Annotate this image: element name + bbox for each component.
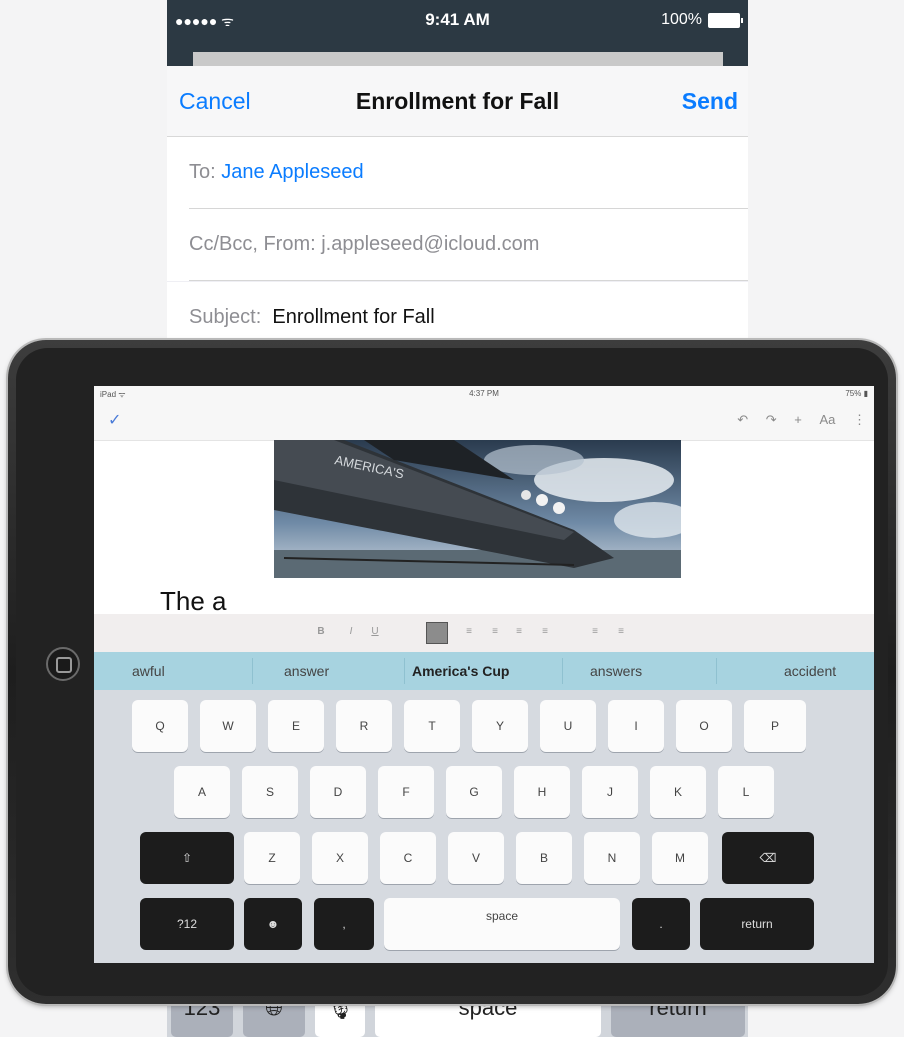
done-check-icon[interactable]: ✓	[108, 410, 121, 430]
key-x[interactable]: X	[312, 832, 368, 884]
key-l[interactable]: L	[718, 766, 774, 818]
text-format-icon[interactable]: Aa	[819, 412, 835, 427]
redo-icon[interactable]: ↷	[766, 412, 777, 427]
key-s[interactable]: S	[242, 766, 298, 818]
suggestion-awful[interactable]: awful	[132, 663, 165, 679]
subject-value[interactable]: Enrollment for Fall	[272, 306, 434, 328]
cc-bcc-from-label: Cc/Bcc, From:	[189, 233, 316, 255]
battery-icon	[708, 13, 743, 28]
key-d[interactable]: D	[310, 766, 366, 818]
ipad-status-time: 4:37 PM	[469, 389, 499, 398]
space-bar[interactable]: space	[384, 898, 620, 950]
bold-button[interactable]: B	[316, 627, 326, 637]
battery-percent: 100%	[661, 11, 702, 28]
comma-key[interactable]: ,	[314, 898, 374, 950]
insert-plus-icon[interactable]: +	[794, 412, 802, 427]
underline-button[interactable]: U	[370, 627, 380, 637]
align-center-icon[interactable]: ≡	[464, 627, 474, 637]
indent-increase-icon[interactable]: ≡	[616, 627, 626, 637]
key-g[interactable]: G	[446, 766, 502, 818]
formatting-bar: B I U ≡ ≡ ≡ ≡ ≡ ≡	[94, 614, 874, 652]
key-k[interactable]: K	[650, 766, 706, 818]
suggestion-accident[interactable]: accident	[784, 663, 836, 679]
ipad-screen: iPad ᯤ 4:37 PM 75% ▮ ✓ ↶ ↷ + Aa ⋮ AMERIC…	[94, 386, 874, 963]
cc-bcc-from-field[interactable]: Cc/Bcc, From: j.appleseed@icloud.com	[167, 209, 748, 281]
key-f[interactable]: F	[378, 766, 434, 818]
italic-button[interactable]: I	[346, 627, 356, 637]
editor-toolbar: ✓ ↶ ↷ + Aa ⋮	[94, 400, 874, 441]
divider	[562, 658, 563, 684]
to-label: To:	[189, 161, 216, 183]
status-bar: ●●●●● ᯤ 9:41 AM 100%	[167, 0, 748, 40]
suggestion-answers[interactable]: answers	[590, 663, 642, 679]
divider	[716, 658, 717, 684]
key-b[interactable]: B	[516, 832, 572, 884]
ipad-status-bar: iPad ᯤ 4:37 PM 75% ▮	[94, 386, 874, 400]
emoji-key-icon[interactable]: ☻	[244, 898, 302, 950]
divider	[189, 280, 748, 281]
ipad-device: iPad ᯤ 4:37 PM 75% ▮ ✓ ↶ ↷ + Aa ⋮ AMERIC…	[8, 340, 896, 1004]
ipad-keyboard: Q W E R T Y U I O P A S D F G H J K L ⇧ …	[94, 690, 874, 963]
numbers-key[interactable]: ?12	[140, 898, 234, 950]
key-r[interactable]: R	[336, 700, 392, 752]
yacht-photo: AMERICA'S	[274, 440, 681, 578]
ipad-battery: 75% ▮	[845, 389, 868, 398]
to-recipient[interactable]: Jane Appleseed	[221, 161, 363, 183]
autocomplete-bar: awful answer America's Cup answers accid…	[94, 652, 874, 690]
divider	[252, 658, 253, 684]
to-field[interactable]: To: Jane Appleseed	[167, 137, 748, 209]
key-v[interactable]: V	[448, 832, 504, 884]
divider	[404, 658, 405, 684]
key-m[interactable]: M	[652, 832, 708, 884]
undo-icon[interactable]: ↶	[737, 412, 748, 427]
align-left-button-selected[interactable]	[426, 622, 448, 644]
suggestion-answer[interactable]: answer	[284, 663, 329, 679]
send-button[interactable]: Send	[682, 88, 738, 115]
return-key[interactable]: return	[700, 898, 814, 950]
period-key[interactable]: .	[632, 898, 690, 950]
key-j[interactable]: J	[582, 766, 638, 818]
numbered-list-icon[interactable]: ≡	[540, 627, 550, 637]
key-u[interactable]: U	[540, 700, 596, 752]
key-o[interactable]: O	[676, 700, 732, 752]
compose-title: Enrollment for Fall	[355, 88, 560, 114]
sheet-edge	[193, 52, 723, 66]
key-w[interactable]: W	[200, 700, 256, 752]
shift-key-icon[interactable]: ⇧	[140, 832, 234, 884]
key-e[interactable]: E	[268, 700, 324, 752]
home-button[interactable]	[46, 647, 80, 681]
key-t[interactable]: T	[404, 700, 460, 752]
bullet-list-icon[interactable]: ≡	[514, 627, 524, 637]
key-n[interactable]: N	[584, 832, 640, 884]
key-a[interactable]: A	[174, 766, 230, 818]
key-p[interactable]: P	[744, 700, 806, 752]
from-address: j.appleseed@icloud.com	[321, 233, 540, 255]
subject-label: Subject:	[189, 306, 262, 328]
suggestion-americas-cup[interactable]: America's Cup	[412, 663, 509, 679]
key-h[interactable]: H	[514, 766, 570, 818]
key-y[interactable]: Y	[472, 700, 528, 752]
key-q[interactable]: Q	[132, 700, 188, 752]
key-c[interactable]: C	[380, 832, 436, 884]
delete-key-icon[interactable]: ⌫	[722, 832, 814, 884]
indent-decrease-icon[interactable]: ≡	[590, 627, 600, 637]
align-right-icon[interactable]: ≡	[490, 627, 500, 637]
more-options-icon[interactable]: ⋮	[853, 412, 866, 427]
key-i[interactable]: I	[608, 700, 664, 752]
compose-nav-bar: Cancel Enrollment for Fall Send	[167, 66, 748, 137]
document-text[interactable]: The a	[160, 586, 227, 617]
home-square-icon	[56, 657, 72, 673]
key-z[interactable]: Z	[244, 832, 300, 884]
